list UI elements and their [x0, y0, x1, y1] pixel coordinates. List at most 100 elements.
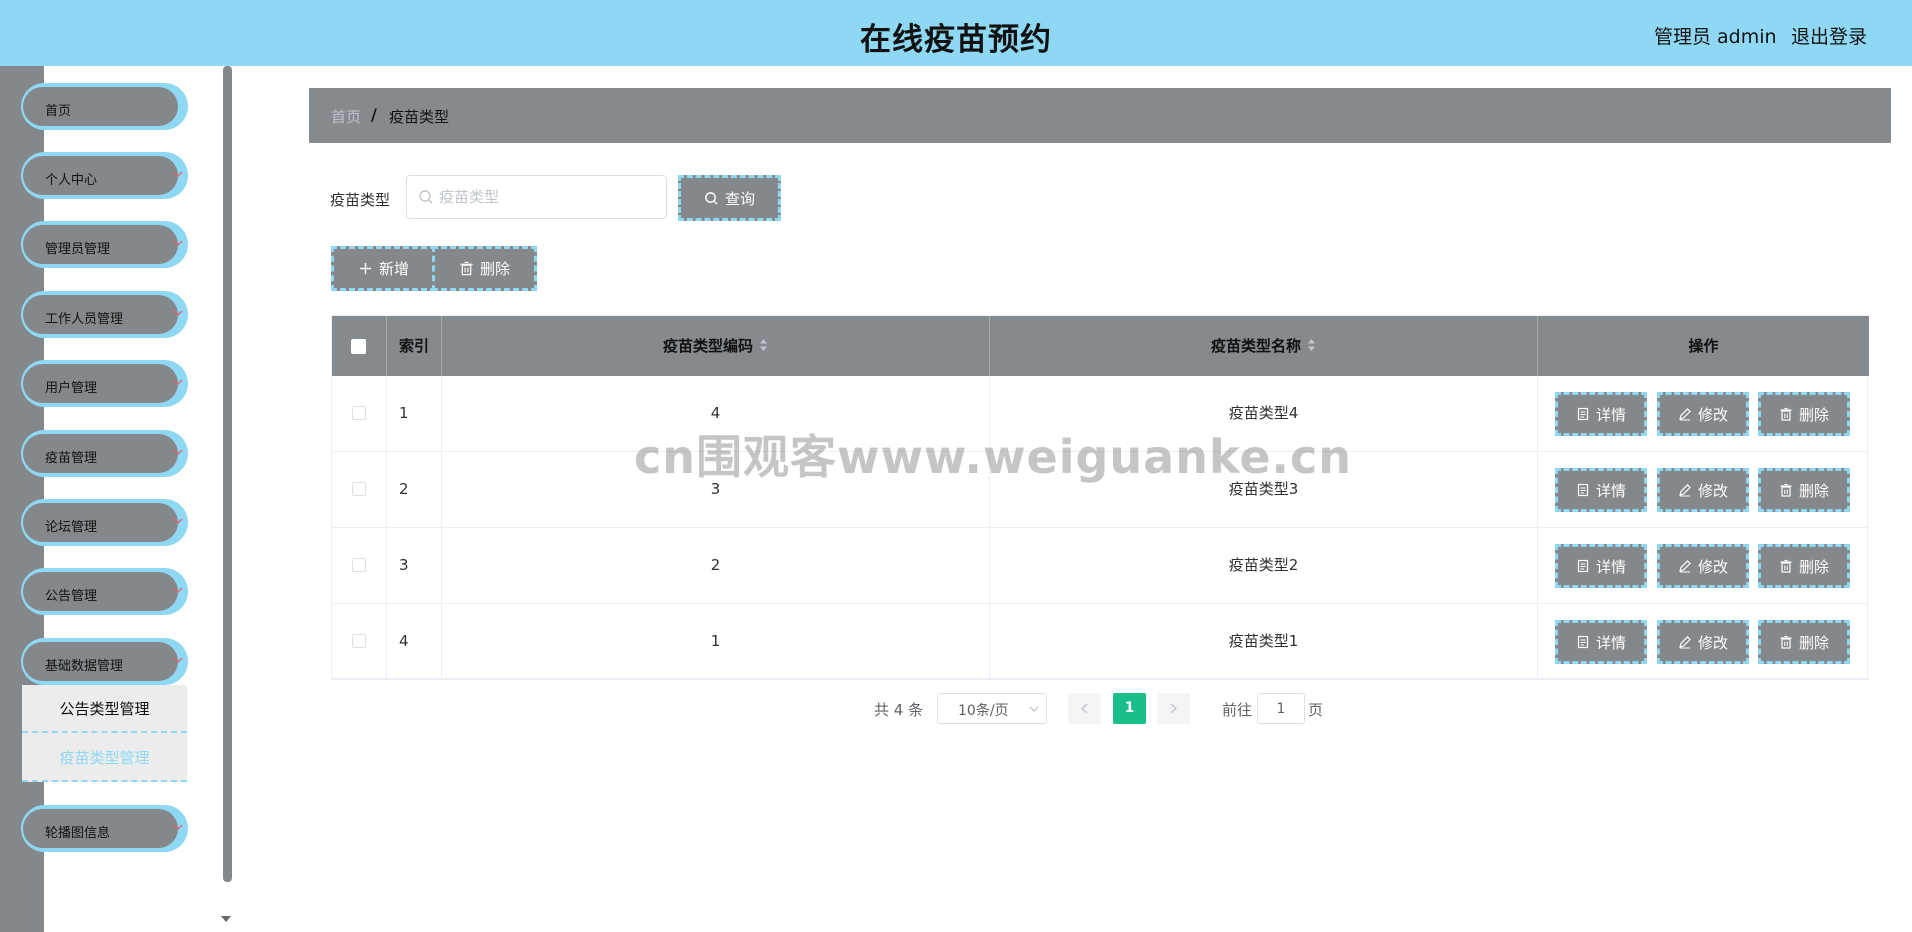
sidebar-item-vaccine[interactable]: 疫苗管理: [21, 430, 188, 477]
cell-index: 4: [387, 604, 442, 679]
plus-icon: [359, 262, 372, 275]
next-page-button[interactable]: [1157, 693, 1190, 724]
edit-icon: [1679, 560, 1691, 573]
column-header-index: 索引: [387, 316, 442, 376]
prev-page-button[interactable]: [1068, 693, 1101, 724]
row-select-cell: [332, 376, 387, 451]
delete-button[interactable]: 删除: [1758, 544, 1850, 588]
row-checkbox[interactable]: [352, 482, 366, 496]
chevron-down-icon: [173, 587, 183, 593]
sidebar-item-profile[interactable]: 个人中心: [21, 152, 188, 199]
batch-delete-button[interactable]: 删除: [432, 246, 537, 291]
cell-code: 3: [442, 452, 990, 527]
detail-button-label: 详情: [1595, 633, 1626, 652]
table-header: 索引 疫苗类型编码 疫苗类型名称 操作: [332, 316, 1869, 376]
document-icon: [1577, 635, 1589, 649]
sidebar-item-label: 管理员管理: [45, 242, 111, 257]
sidebar-item-carousel[interactable]: 轮播图信息: [21, 805, 188, 852]
row-checkbox[interactable]: [352, 634, 366, 648]
trash-icon: [1780, 559, 1792, 573]
sidebar-item-bg: 轮播图信息: [23, 809, 183, 848]
sidebar-item-bg: 公告管理: [23, 572, 183, 611]
sidebar-item-user[interactable]: 用户管理: [21, 360, 188, 407]
column-header-code[interactable]: 疫苗类型编码: [442, 316, 990, 376]
search-input[interactable]: [439, 182, 659, 212]
edit-button[interactable]: 修改: [1657, 392, 1749, 436]
row-checkbox[interactable]: [352, 558, 366, 572]
sidebar-item-forum[interactable]: 论坛管理: [21, 499, 188, 546]
detail-button[interactable]: 详情: [1555, 468, 1647, 512]
logout-link[interactable]: 退出登录: [1791, 22, 1867, 49]
detail-button[interactable]: 详情: [1555, 392, 1647, 436]
breadcrumb: 首页 / 疫苗类型: [309, 88, 1891, 143]
sort-icon[interactable]: [759, 338, 768, 352]
edit-button[interactable]: 修改: [1657, 544, 1749, 588]
submenu-item-vaccine-type[interactable]: 疫苗类型管理: [22, 734, 187, 782]
sort-icon[interactable]: [1307, 338, 1316, 352]
sidebar-item-bg: 基础数据管理: [23, 642, 183, 681]
delete-button-label: 删除: [1798, 405, 1829, 424]
edit-button-label: 修改: [1697, 481, 1728, 500]
chevron-down-icon: [173, 518, 183, 524]
sidebar-item-label: 个人中心: [45, 173, 98, 188]
header-select-cell: [332, 316, 387, 376]
add-button[interactable]: 新增: [331, 246, 436, 291]
current-user-label: 管理员 admin: [1654, 26, 1777, 48]
table-row: 1 4 疫苗类型4 详情 修改 删除: [332, 376, 1869, 452]
sidebar-item-basic-data[interactable]: 基础数据管理: [21, 638, 188, 685]
submenu-item-notice-type[interactable]: 公告类型管理: [22, 685, 187, 733]
delete-button[interactable]: 删除: [1758, 392, 1850, 436]
page-size-select[interactable]: 10条/页: [937, 693, 1047, 724]
sidebar-item-label: 首页: [45, 104, 72, 119]
sidebar-item-bg: 疫苗管理: [23, 434, 183, 473]
cell-name: 疫苗类型1: [990, 604, 1538, 679]
sidebar-item-bg: 首页: [23, 87, 178, 126]
column-header-actions: 操作: [1688, 337, 1719, 355]
table-row: 4 1 疫苗类型1 详情 修改 删除: [332, 604, 1869, 680]
cell-name: 疫苗类型4: [990, 376, 1538, 451]
chevron-right-icon: [1170, 703, 1177, 714]
detail-button[interactable]: 详情: [1555, 620, 1647, 664]
edit-icon: [1679, 636, 1691, 649]
detail-button[interactable]: 详情: [1555, 544, 1647, 588]
top-header: 在线疫苗预约 管理员 admin 退出登录: [0, 0, 1912, 66]
breadcrumb-current: 疫苗类型: [389, 108, 450, 126]
sidebar-item-notice[interactable]: 公告管理: [21, 568, 188, 615]
cell-index: 2: [387, 452, 442, 527]
search-field[interactable]: [406, 175, 667, 219]
delete-button-label: 删除: [1798, 481, 1829, 500]
column-header-name[interactable]: 疫苗类型名称: [990, 316, 1538, 376]
add-button-label: 新增: [378, 260, 409, 278]
select-all-checkbox[interactable]: [351, 339, 366, 354]
row-checkbox[interactable]: [352, 406, 366, 420]
cell-name: 疫苗类型2: [990, 528, 1538, 603]
delete-button[interactable]: 删除: [1758, 620, 1850, 664]
search-button[interactable]: 查询: [678, 175, 781, 221]
chevron-down-icon: [173, 310, 183, 316]
app-title: 在线疫苗预约: [860, 22, 1052, 58]
cell-name: 疫苗类型3: [990, 452, 1538, 527]
edit-button[interactable]: 修改: [1657, 468, 1749, 512]
sidebar-item-staff[interactable]: 工作人员管理: [21, 291, 188, 338]
sidebar-item-label: 论坛管理: [45, 520, 98, 535]
scroll-down-icon[interactable]: [221, 916, 231, 922]
sidebar-item-label: 疫苗管理: [45, 451, 98, 466]
edit-button[interactable]: 修改: [1657, 620, 1749, 664]
breadcrumb-home[interactable]: 首页: [331, 106, 361, 127]
goto-page-suffix: 页: [1308, 701, 1324, 719]
sidebar-scrollbar[interactable]: [223, 66, 232, 882]
column-header-name-label: 疫苗类型名称: [1210, 337, 1301, 355]
sidebar-item-label: 工作人员管理: [45, 312, 124, 327]
delete-button[interactable]: 删除: [1758, 468, 1850, 512]
document-icon: [1577, 483, 1589, 497]
sidebar-item-bg: 管理员管理: [23, 225, 183, 264]
chevron-down-icon: [173, 171, 183, 177]
cell-code: 1: [442, 604, 990, 679]
page-size-value: 10条/页: [958, 703, 1009, 719]
chevron-down-icon: [173, 379, 183, 385]
sidebar-item-home[interactable]: 首页: [21, 83, 188, 130]
chevron-down-icon: [173, 449, 183, 455]
goto-page-input[interactable]: [1257, 693, 1305, 724]
page-number-current[interactable]: 1: [1113, 693, 1146, 724]
sidebar-item-admin[interactable]: 管理员管理: [21, 221, 188, 268]
